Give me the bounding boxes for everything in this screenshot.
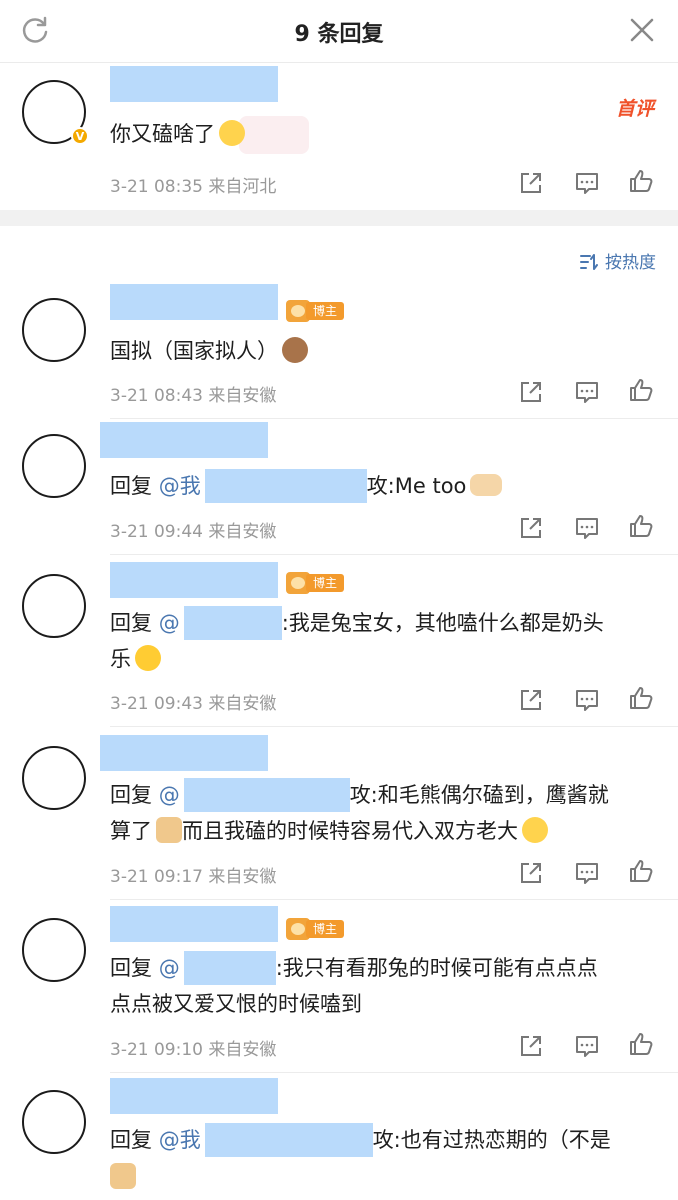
reply-meta: 3-21 09:17 来自安徽 <box>110 867 277 887</box>
reply-meta: 3-21 09:43 来自安徽 <box>110 694 277 714</box>
redacted-username <box>110 562 278 598</box>
avatar[interactable] <box>22 918 86 982</box>
avatar[interactable] <box>22 434 86 498</box>
header: 9 条回复 <box>0 0 678 63</box>
handshake-emoji-icon <box>470 474 503 496</box>
like-icon[interactable] <box>628 858 654 884</box>
comment-icon[interactable] <box>574 170 600 196</box>
doge-emoji-icon <box>156 817 182 843</box>
reply-text-line2: 点点被又爱又恨的时候嗑到 <box>110 992 362 1016</box>
sticker-background <box>239 116 309 154</box>
divider <box>110 899 678 900</box>
reply-meta: 3-21 09:44 来自安徽 <box>110 522 277 542</box>
comment-icon[interactable] <box>574 1033 600 1059</box>
sort-by-hot-button[interactable]: 按热度 <box>579 248 656 273</box>
sunglasses-emoji-icon <box>135 645 161 671</box>
root-meta: 3-21 08:35 来自河北 <box>110 177 277 197</box>
share-icon[interactable] <box>518 379 544 405</box>
comment-icon[interactable] <box>574 860 600 886</box>
reply-meta: 3-21 08:43 来自安徽 <box>110 386 277 406</box>
like-icon[interactable] <box>628 168 654 194</box>
redacted-username <box>100 422 268 458</box>
blogger-badge: 博主 <box>286 300 344 322</box>
redacted-username <box>110 66 278 102</box>
laugh-cry-emoji-icon <box>522 817 548 843</box>
share-icon[interactable] <box>518 170 544 196</box>
blogger-badge: 博主 <box>286 918 344 940</box>
redacted-mention <box>183 606 282 640</box>
reply-text: 回复 @:我只有看那兔的时候可能有点点点 <box>110 951 598 985</box>
reply-text: 国拟（国家拟人） <box>110 334 308 368</box>
divider <box>110 1072 678 1073</box>
page-title: 9 条回复 <box>294 22 384 47</box>
comment-icon[interactable] <box>574 515 600 541</box>
reply-text-line2 <box>110 1160 136 1194</box>
redacted-mention <box>183 778 350 812</box>
redacted-username <box>110 1078 278 1114</box>
share-icon[interactable] <box>518 515 544 541</box>
share-icon[interactable] <box>518 1033 544 1059</box>
see-no-evil-monkey-emoji-icon <box>282 337 308 363</box>
verified-badge-icon: V <box>71 127 89 145</box>
laugh-cry-emoji-icon <box>219 120 245 146</box>
redacted-mention <box>183 951 276 985</box>
like-icon[interactable] <box>628 1031 654 1057</box>
avatar[interactable] <box>22 1090 86 1154</box>
first-comment-badge: 首评 <box>615 98 654 120</box>
like-icon[interactable] <box>628 685 654 711</box>
close-icon[interactable] <box>628 16 656 44</box>
sort-icon <box>580 254 598 270</box>
like-icon[interactable] <box>628 377 654 403</box>
avatar[interactable] <box>22 574 86 638</box>
avatar[interactable] <box>22 298 86 362</box>
share-icon[interactable] <box>518 860 544 886</box>
redacted-username <box>100 735 268 771</box>
blogger-badge: 博主 <box>286 572 344 594</box>
reply-text: 回复 @:我是兔宝女，其他嗑什么都是奶头 <box>110 606 604 640</box>
reply-text: 回复 @我 攻:也有过热恋期的（不是 <box>110 1123 611 1157</box>
redacted-username <box>110 284 278 320</box>
reply-text-line2: 乐 <box>110 642 161 676</box>
divider <box>110 554 678 555</box>
share-icon[interactable] <box>518 687 544 713</box>
redacted-username <box>110 906 278 942</box>
like-icon[interactable] <box>628 513 654 539</box>
reply-text: 回复 @ 攻:和毛熊偶尔磕到，鹰酱就 <box>110 778 609 812</box>
comment-icon[interactable] <box>574 379 600 405</box>
section-divider <box>0 210 678 226</box>
reply-meta: 3-21 09:10 来自安徽 <box>110 1040 277 1060</box>
divider <box>110 726 678 727</box>
redacted-mention <box>204 1123 373 1157</box>
reply-text: 回复 @我 攻:Me too <box>110 469 503 503</box>
root-comment-text: 你又磕啥了 <box>110 116 309 154</box>
avatar[interactable] <box>22 746 86 810</box>
reply-text-line2: 算了 而且我磕的时候特容易代入双方老大 <box>110 814 548 848</box>
redacted-mention <box>204 469 367 503</box>
doge-emoji-icon <box>110 1163 136 1189</box>
comment-icon[interactable] <box>574 687 600 713</box>
divider <box>110 418 678 419</box>
